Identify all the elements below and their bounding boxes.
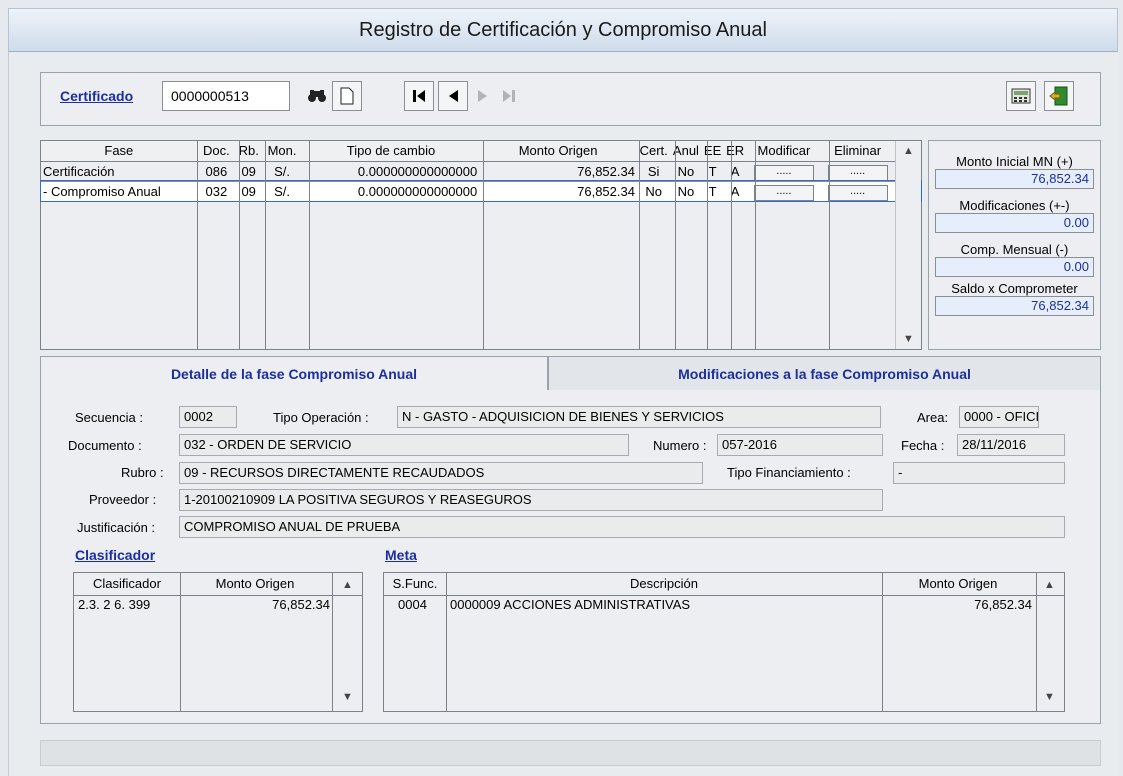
documento-field[interactable]: 032 - ORDEN DE SERVICIO (179, 434, 629, 456)
col-monto-origen: Monto Origen (215, 576, 295, 591)
col-monto-origen: Monto Origen (479, 141, 637, 162)
cell-sfunc: 0004 (398, 597, 427, 612)
meta-link[interactable]: Meta (385, 547, 417, 563)
modificaciones-label: Modificaciones (+-) (959, 198, 1070, 213)
cell-tipo-cambio: 0.000000000000000 (302, 181, 480, 202)
col-er: ER (723, 141, 747, 162)
window-title: Registro de Certificación y Compromiso A… (8, 8, 1118, 52)
cell-monto: 76,852.34 (272, 597, 330, 612)
area-field[interactable]: 0000 - OFICIN (959, 406, 1039, 428)
secuencia-label: Secuencia : (75, 410, 143, 425)
col-doc: Doc. (196, 141, 237, 162)
cell-ee: T (701, 161, 724, 182)
col-ee: EE (701, 141, 724, 162)
scroll-up-icon[interactable]: ▲ (903, 145, 914, 157)
scroll-up-icon[interactable]: ▲ (342, 579, 353, 591)
proveedor-label: Proveedor : (89, 492, 157, 507)
cell-doc: 032 (196, 181, 237, 202)
cell-descripcion: 0000009 ACCIONES ADMINISTRATIVAS (450, 597, 691, 612)
new-document-icon[interactable] (332, 81, 362, 111)
fecha-field[interactable]: 28/11/2016 (957, 434, 1065, 456)
monto-inicial-label: Monto Inicial MN (+) (956, 154, 1073, 169)
previous-record-icon[interactable] (438, 81, 468, 111)
meta-grid: S.Func. Descripción Monto Origen 0004 00… (383, 572, 1065, 712)
col-descripcion: Descripción (630, 576, 698, 591)
justificacion-label: Justificación : (77, 520, 156, 535)
col-clasificador: Clasificador (93, 576, 161, 591)
cell-clasificador: 2.3. 2 6. 399 (78, 597, 151, 612)
first-record-icon[interactable] (404, 81, 434, 111)
col-tipo-cambio: Tipo de cambio (302, 141, 480, 162)
detail-panel: Secuencia : 0002 Tipo Operación : N - GA… (40, 390, 1101, 724)
table-row-selected[interactable]: - Compromiso Anual 032 09 S/. 0.00000000… (40, 180, 922, 202)
cell-tipo-cambio: 0.000000000000000 (302, 161, 480, 182)
scroll-down-icon[interactable]: ▼ (903, 333, 914, 345)
fecha-label: Fecha : (901, 438, 945, 453)
col-eliminar: Eliminar (821, 141, 894, 162)
tipo-financiamiento-field[interactable]: - (893, 462, 1065, 484)
clasificador-grid: Clasificador Monto Origen 2.3. 2 6. 399 … (73, 572, 363, 712)
tipo-operacion-field[interactable]: N - GASTO - ADQUISICION DE BIENES Y SERV… (397, 406, 881, 428)
monto-inicial-value: 76,852.34 (935, 169, 1094, 189)
tab-detalle[interactable]: Detalle de la fase Compromiso Anual (40, 356, 548, 391)
scroll-down-icon[interactable]: ▼ (1044, 691, 1055, 703)
area-label: Area: (917, 410, 949, 425)
eliminar-button[interactable]: ..... (827, 164, 888, 181)
cell-doc: 086 (196, 161, 237, 182)
rubro-field[interactable]: 09 - RECURSOS DIRECTAMENTE RECAUDADOS (179, 462, 703, 484)
eliminar-button[interactable]: ..... (827, 184, 888, 201)
scroll-up-icon[interactable]: ▲ (1044, 579, 1055, 591)
proveedor-field[interactable]: 1-20100210909 LA POSITIVA SEGUROS Y REAS… (179, 489, 883, 511)
modificaciones-value: 0.00 (935, 213, 1094, 233)
tipo-operacion-label: Tipo Operación : (273, 410, 369, 425)
modificar-button[interactable]: ..... (753, 184, 814, 201)
cell-er: A (723, 181, 747, 202)
rubro-label: Rubro : (121, 465, 164, 480)
modificar-button[interactable]: ..... (753, 164, 814, 181)
exit-door-icon[interactable] (1044, 81, 1074, 111)
documento-label: Documento : (68, 438, 142, 453)
fases-grid: Fase Doc. Rb. Mon. Tipo de cambio Monto … (40, 140, 922, 350)
table-row[interactable]: Certificación 086 09 S/. 0.0000000000000… (41, 161, 921, 182)
cell-ee: T (701, 181, 724, 202)
scroll-down-icon[interactable]: ▼ (342, 691, 353, 703)
col-cert: Cert. (636, 141, 671, 162)
certificado-link[interactable]: Certificado (60, 88, 133, 104)
cell-monto: 76,852.34 (974, 597, 1032, 612)
last-record-icon[interactable] (494, 81, 524, 111)
comp-mensual-value: 0.00 (935, 257, 1094, 277)
col-sfunc: S.Func. (392, 576, 438, 591)
numero-label: Numero : (653, 438, 707, 453)
cell-monto: 76,852.34 (479, 161, 637, 182)
justificacion-field[interactable]: COMPROMISO ANUAL DE PRUEBA (179, 516, 1065, 538)
cell-fase: - Compromiso Anual (41, 181, 197, 202)
calculator-icon[interactable] (1006, 81, 1036, 111)
grid-header-row: Fase Doc. Rb. Mon. Tipo de cambio Monto … (41, 141, 921, 162)
cell-cert: Si (636, 161, 671, 182)
summary-panel: Monto Inicial MN (+) 76,852.34 Modificac… (928, 140, 1101, 350)
col-mon: Mon. (261, 141, 303, 162)
grid-scrollbar[interactable]: ▲ ▼ (895, 141, 921, 349)
cell-er: A (723, 161, 747, 182)
certificado-input[interactable]: 0000000513 (162, 81, 290, 111)
col-monto-origen: Monto Origen (918, 576, 998, 591)
cell-fase: Certificación (41, 161, 197, 182)
secuencia-field[interactable]: 0002 (179, 406, 237, 428)
clasificador-link[interactable]: Clasificador (75, 547, 155, 563)
saldo-label: Saldo x Comprometer (951, 281, 1078, 296)
saldo-value: 76,852.34 (935, 296, 1094, 316)
tipo-financiamiento-label: Tipo Financiamiento : (727, 465, 851, 480)
col-fase: Fase (41, 141, 197, 162)
col-modificar: Modificar (746, 141, 822, 162)
tab-modificaciones[interactable]: Modificaciones a la fase Compromiso Anua… (548, 356, 1101, 390)
status-bar (40, 740, 1101, 766)
numero-field[interactable]: 057-2016 (717, 434, 883, 456)
comp-mensual-label: Comp. Mensual (-) (960, 242, 1069, 257)
tab-bar: Detalle de la fase Compromiso Anual Modi… (40, 356, 1101, 391)
cell-cert: No (636, 181, 671, 202)
cell-mon: S/. (261, 181, 303, 202)
cell-monto: 76,852.34 (479, 181, 637, 202)
binoculars-icon[interactable] (302, 81, 332, 111)
cell-mon: S/. (261, 161, 303, 182)
